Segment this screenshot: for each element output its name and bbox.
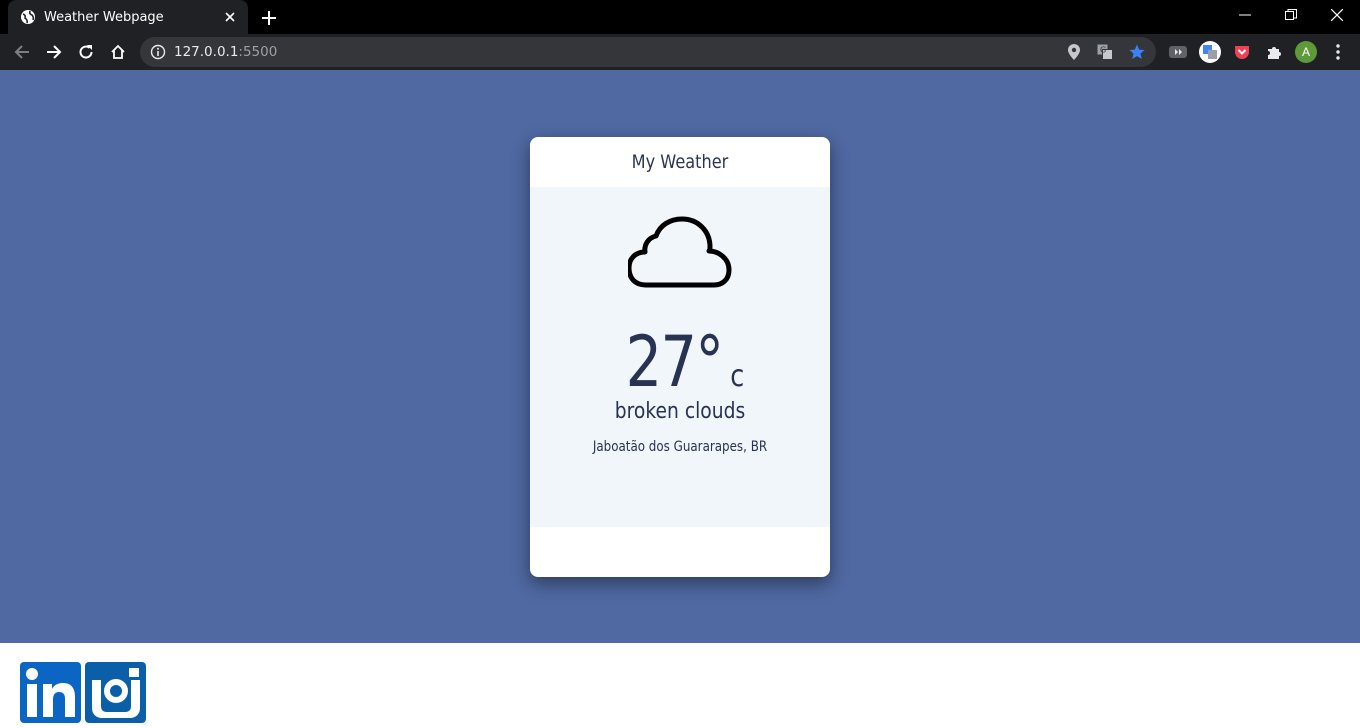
url-text: 127.0.0.1:5500 [174,44,277,60]
card-title: My Weather [631,151,729,173]
weather-description: broken clouds [614,399,746,424]
extension-pocket-icon[interactable] [1231,41,1253,63]
url-host: 127.0.0.1 [174,44,239,60]
browser-titlebar: Weather Webpage [0,0,1360,34]
bookmark-star-icon[interactable] [1128,43,1146,61]
back-arrow-icon[interactable] [8,38,36,66]
translate-icon[interactable]: G [1096,43,1114,61]
temperature-value: 27° [625,321,723,403]
temperature-unit: c [730,359,745,394]
restore-button[interactable] [1268,0,1314,30]
menu-dots-icon[interactable] [1327,41,1349,63]
tab-title: Weather Webpage [44,9,164,25]
minimize-button[interactable] [1222,0,1268,30]
home-icon[interactable] [104,38,132,66]
close-window-button[interactable] [1314,0,1360,30]
info-icon[interactable] [150,44,166,60]
weather-card-body: 27° c broken clouds Jaboatão dos Guarara… [530,187,830,527]
browser-tab[interactable]: Weather Webpage [8,0,248,34]
svg-text:G: G [1100,46,1106,55]
location-pin-icon[interactable] [1065,43,1083,61]
url-port: :5500 [238,44,278,60]
page-footer [0,643,1360,728]
close-tab-icon[interactable] [222,9,238,25]
globe-icon [20,9,36,25]
extensions-puzzle-icon[interactable] [1263,41,1285,63]
reload-icon[interactable] [72,38,100,66]
linkedin-icon[interactable] [20,662,81,723]
weather-card: My Weather 27° c broken clouds Jaboatão … [530,137,830,577]
temperature-display: 27° c [530,327,830,397]
new-tab-button[interactable] [258,7,280,29]
cloud-icon [628,216,732,288]
browser-toolbar: 127.0.0.1:5500 G A [0,34,1360,70]
address-bar[interactable]: 127.0.0.1:5500 G [140,37,1156,67]
extension-media-icon[interactable] [1167,41,1189,63]
weather-location: Jaboatão dos Guararapes, BR [592,439,768,455]
forward-arrow-icon[interactable] [40,38,68,66]
profile-avatar[interactable]: A [1295,41,1317,63]
instagram-icon[interactable] [85,662,146,723]
extension-translate-icon[interactable] [1199,41,1221,63]
